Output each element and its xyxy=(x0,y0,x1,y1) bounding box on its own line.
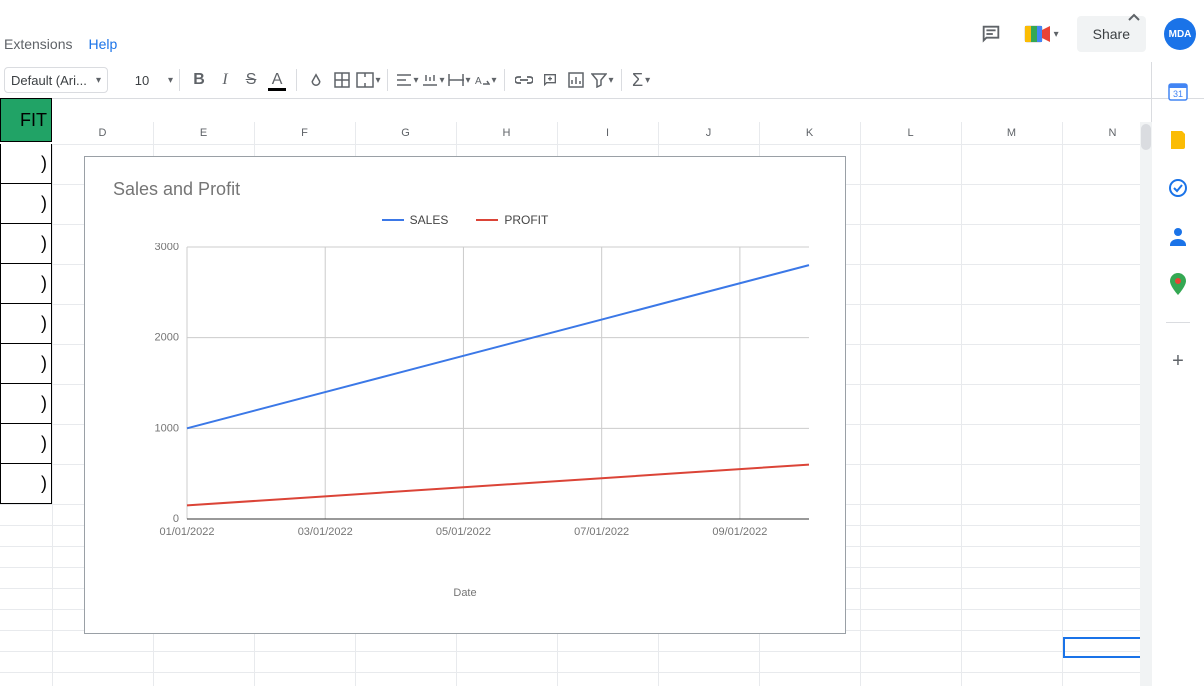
cell[interactable]: ) xyxy=(0,184,52,224)
toolbar: Default (Ari... ▾ 10 ▾ B I S A ▾ ▾ ▾ ▾ A… xyxy=(0,62,1204,99)
top-right-controls: ▾ Share MDA xyxy=(976,16,1196,52)
menu-extensions[interactable]: Extensions xyxy=(4,36,72,52)
menu-bar: Extensions Help xyxy=(0,33,117,55)
chart-title: Sales and Profit xyxy=(113,179,240,200)
borders-button[interactable] xyxy=(329,67,355,93)
column-header[interactable]: M xyxy=(961,122,1063,144)
legend-label: SALES xyxy=(410,213,449,227)
svg-text:05/01/2022: 05/01/2022 xyxy=(436,526,491,538)
column-header[interactable]: L xyxy=(860,122,962,144)
contacts-icon[interactable] xyxy=(1168,226,1188,246)
side-panel: 31 + xyxy=(1151,62,1204,686)
side-panel-divider xyxy=(1166,322,1190,323)
caret-down-icon: ▾ xyxy=(96,75,101,86)
calendar-icon[interactable]: 31 xyxy=(1168,82,1188,102)
column-header[interactable]: D xyxy=(52,122,154,144)
cell[interactable]: ) xyxy=(0,344,52,384)
avatar[interactable]: MDA xyxy=(1164,18,1196,50)
partial-column-header: FIT xyxy=(0,98,52,142)
font-size-value: 10 xyxy=(135,73,149,88)
svg-text:A: A xyxy=(475,76,482,87)
svg-text:07/01/2022: 07/01/2022 xyxy=(574,526,629,538)
svg-text:0: 0 xyxy=(173,513,179,525)
font-select-label: Default (Ari... xyxy=(11,73,87,88)
spreadsheet-grid[interactable]: DEFGHIJKLMN FIT ))))))))) Sales and Prof… xyxy=(0,98,1152,686)
tasks-icon[interactable] xyxy=(1168,178,1188,198)
insert-chart-button[interactable] xyxy=(563,67,589,93)
chart-legend: SALES PROFIT xyxy=(85,213,845,227)
column-header[interactable]: N xyxy=(1062,122,1152,144)
legend-item-sales: SALES xyxy=(382,213,449,227)
menu-help[interactable]: Help xyxy=(88,36,117,52)
chart-plot-area: 0 1000 2000 3000 01/01/2022 03/01/2022 05/01/2… xyxy=(143,243,813,549)
font-size-select[interactable]: 10 xyxy=(118,67,166,93)
column-header[interactable]: G xyxy=(355,122,457,144)
svg-text:03/01/2022: 03/01/2022 xyxy=(298,526,353,538)
legend-swatch xyxy=(382,219,404,221)
svg-text:1000: 1000 xyxy=(155,422,179,434)
text-rotation-button[interactable]: A▾ xyxy=(472,67,498,93)
v-align-button[interactable]: ▾ xyxy=(420,67,446,93)
column-headers: DEFGHIJKLMN xyxy=(0,122,1152,145)
cell[interactable]: ) xyxy=(0,384,52,424)
italic-button[interactable]: I xyxy=(212,67,238,93)
text-wrap-button[interactable]: ▾ xyxy=(446,67,472,93)
insert-link-button[interactable] xyxy=(511,67,537,93)
legend-swatch xyxy=(476,219,498,221)
merge-cells-button[interactable]: ▾ xyxy=(355,67,381,93)
keep-icon[interactable] xyxy=(1168,130,1188,150)
chart-x-label: Date xyxy=(85,587,845,599)
embedded-chart[interactable]: Sales and Profit SALES PROFIT 0 1000 2000 3… xyxy=(84,156,846,634)
cell[interactable]: ) xyxy=(0,264,52,304)
column-header[interactable]: K xyxy=(759,122,861,144)
svg-text:09/01/2022: 09/01/2022 xyxy=(712,526,767,538)
cell[interactable]: ) xyxy=(0,304,52,344)
svg-text:3000: 3000 xyxy=(155,243,179,253)
insert-comment-button[interactable] xyxy=(537,67,563,93)
svg-text:2000: 2000 xyxy=(155,332,179,344)
bold-button[interactable]: B xyxy=(186,67,212,93)
legend-label: PROFIT xyxy=(504,213,548,227)
font-select[interactable]: Default (Ari... ▾ xyxy=(4,67,108,93)
scroll-thumb[interactable] xyxy=(1141,124,1151,150)
caret-down-icon: ▾ xyxy=(168,75,173,86)
column-header[interactable]: J xyxy=(658,122,760,144)
legend-item-profit: PROFIT xyxy=(476,213,548,227)
svg-text:31: 31 xyxy=(1173,89,1183,99)
collapse-toolbar-button[interactable] xyxy=(1122,6,1146,30)
functions-button[interactable]: Σ▾ xyxy=(628,67,654,93)
column-header[interactable]: H xyxy=(456,122,558,144)
fill-color-button[interactable] xyxy=(303,67,329,93)
svg-text:01/01/2022: 01/01/2022 xyxy=(159,526,214,538)
comment-history-icon[interactable] xyxy=(976,19,1006,49)
vertical-scrollbar[interactable] xyxy=(1140,122,1152,686)
add-addon-icon[interactable]: + xyxy=(1168,351,1188,371)
column-header[interactable]: F xyxy=(254,122,356,144)
selected-cell[interactable] xyxy=(1063,637,1143,658)
column-header[interactable]: I xyxy=(557,122,659,144)
column-header[interactable]: E xyxy=(153,122,255,144)
maps-icon[interactable] xyxy=(1168,274,1188,294)
strikethrough-button[interactable]: S xyxy=(238,67,264,93)
meet-icon[interactable]: ▾ xyxy=(1024,23,1059,45)
cell[interactable]: ) xyxy=(0,144,52,184)
cell[interactable]: ) xyxy=(0,224,52,264)
cell[interactable]: ) xyxy=(0,464,52,504)
filter-button[interactable]: ▾ xyxy=(589,67,615,93)
text-color-button[interactable]: A xyxy=(264,67,290,93)
cell[interactable]: ) xyxy=(0,424,52,464)
h-align-button[interactable]: ▾ xyxy=(394,67,420,93)
